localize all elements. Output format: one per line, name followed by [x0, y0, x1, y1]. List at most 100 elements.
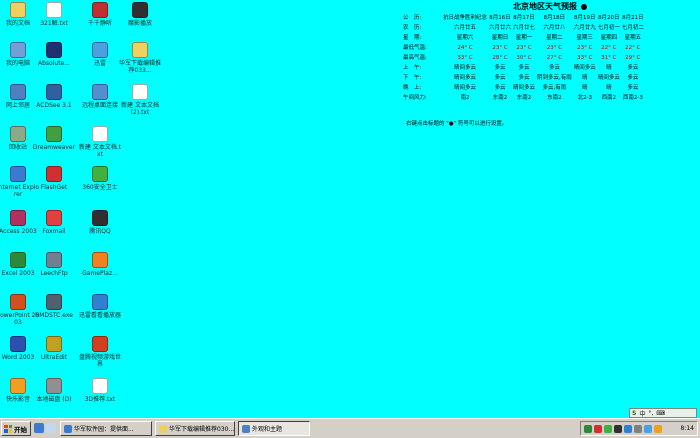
- desktop-icon[interactable]: FlashGet: [32, 164, 76, 202]
- desktop-app-icon: [10, 42, 26, 58]
- taskbar-button-label: 外观和主题: [252, 426, 283, 433]
- desktop-icon[interactable]: 321解.txt: [32, 0, 76, 38]
- desktop-icon[interactable]: 远程桌面连接: [78, 82, 122, 120]
- weather-cell: 六月廿六: [489, 24, 512, 31]
- quicklaunch-show-desktop-icon[interactable]: [46, 423, 56, 433]
- desktop-icon[interactable]: 华军下载编辑推荐033...: [118, 40, 162, 78]
- tray-app-icon[interactable]: [644, 425, 652, 433]
- system-tray: 8:14: [580, 421, 698, 436]
- desktop-icon[interactable]: Foxmail: [32, 208, 76, 246]
- weather-cell: 晴间多云: [454, 64, 477, 71]
- weather-cell: 29° C: [625, 54, 641, 61]
- weather-header-cell: 8月17日: [513, 14, 535, 21]
- desktop-icon[interactable]: 迅雷: [78, 40, 122, 78]
- desktop-icon[interactable]: 千千静听: [78, 0, 122, 38]
- tray-xunlei-icon[interactable]: [624, 425, 632, 433]
- weather-header-cell: 8月19日: [574, 14, 596, 21]
- weather-row-label: 最低气温:: [403, 44, 427, 51]
- desktop-icon-label: 迅雷看看播放器: [78, 312, 121, 319]
- tray-360-icon[interactable]: [604, 425, 612, 433]
- desktop-icon[interactable]: 新建 文本文档.txt: [78, 124, 122, 162]
- desktop-app-icon: [132, 42, 148, 58]
- desktop-icon-label: 新建 文本文档.txt: [78, 144, 122, 158]
- ime-keyboard-icon[interactable]: ⌨: [656, 410, 665, 417]
- weather-cell: 27° C: [546, 54, 563, 61]
- desktop-icon[interactable]: 魔影播放: [118, 0, 162, 38]
- desktop-icon[interactable]: LeechFtp: [32, 250, 76, 288]
- desktop-app-icon: [10, 378, 26, 394]
- desktop-icon[interactable]: 腾讯QQ: [78, 208, 122, 246]
- tray-player-icon[interactable]: [654, 425, 662, 433]
- sogou-icon[interactable]: S: [632, 410, 636, 417]
- weather-cell: 七月初二: [621, 24, 644, 31]
- desktop-icon-label: 远程桌面连接: [81, 102, 118, 109]
- desktop-icon-label: 3D推荐.txt: [84, 396, 116, 403]
- weather-cell: 东南2: [547, 94, 562, 101]
- desktop-icon[interactable]: Absolute...: [32, 40, 76, 78]
- tray-volume-icon[interactable]: [634, 425, 642, 433]
- desktop-icon[interactable]: GamePlaz...: [78, 250, 122, 288]
- weather-cell: 23° C: [492, 44, 508, 51]
- weather-cell: 南2: [460, 94, 470, 101]
- desktop-app-icon: [46, 166, 62, 182]
- taskbar-button[interactable]: 华军软件园：提供面...: [60, 421, 152, 436]
- quicklaunch-ie-icon[interactable]: [34, 423, 44, 433]
- weather-cell: 多云: [518, 64, 530, 71]
- start-button[interactable]: 开始: [1, 421, 31, 436]
- desktop-app-icon: [10, 294, 26, 310]
- tray-qq-icon[interactable]: [614, 425, 622, 433]
- ime-mode-label[interactable]: 中: [639, 409, 645, 418]
- desktop-icon[interactable]: 3D推荐.txt: [78, 376, 122, 414]
- tray-flashget-icon[interactable]: [594, 425, 602, 433]
- weather-cell: 28° C: [492, 54, 508, 61]
- weather-cell: 星期五: [624, 34, 642, 41]
- desktop-icon-label: 新建 文本文档 (2).txt: [121, 102, 159, 116]
- desktop-icon[interactable]: ACDSee 3.1: [32, 82, 76, 120]
- weather-cell: 晴间多云: [573, 64, 596, 71]
- taskbar-button[interactable]: 华军下载编辑推荐030...: [155, 421, 235, 436]
- desktop-app-icon: [92, 294, 108, 310]
- weather-cell: 西南2: [601, 94, 617, 101]
- desktop-icon[interactable]: RMDSTC.exe: [32, 292, 76, 330]
- weather-settings-dot-icon[interactable]: [581, 4, 587, 10]
- taskbar-button[interactable]: 外观和主题: [238, 421, 310, 436]
- weather-header-cell: 8月21日: [622, 14, 644, 21]
- weather-cell: 晴间多云: [513, 84, 536, 91]
- desktop-icon-label: LeechFtp: [40, 270, 68, 277]
- desktop-app-icon: [10, 126, 26, 142]
- desktop-app-icon: [10, 2, 26, 18]
- weather-cell: 晴: [606, 64, 612, 71]
- desktop-icon[interactable]: 360安全卫士: [78, 164, 122, 202]
- weather-cell: 六月廿八: [543, 24, 566, 31]
- weather-cell: 星期四: [600, 34, 618, 41]
- desktop-icon-label: Dreamweaver: [32, 144, 76, 151]
- tray-network-icon[interactable]: [584, 425, 592, 433]
- desktop-app-icon: [46, 210, 62, 226]
- taskbar-app-icon: [64, 424, 72, 433]
- weather-cell: 六月廿九: [573, 24, 596, 31]
- weather-cell: 多云: [627, 84, 639, 91]
- weather-cell: 西南2-3: [622, 94, 643, 101]
- clock[interactable]: 8:14: [681, 425, 694, 432]
- weather-cell: 多云: [494, 64, 506, 71]
- desktop-icon[interactable]: Dreamweaver: [32, 124, 76, 162]
- ime-punctuation-icon[interactable]: °,: [648, 410, 653, 417]
- weather-row-label: 下 午:: [403, 74, 422, 81]
- desktop-app-icon: [10, 210, 26, 226]
- weather-cell: 多云: [518, 74, 530, 81]
- start-label: 开始: [14, 425, 27, 434]
- desktop-icon[interactable]: 迅雷看看播放器: [78, 292, 122, 330]
- ime-toolbar[interactable]: S 中 °, ⌨: [629, 408, 697, 418]
- desktop-icon[interactable]: 盘腾视频游戏世界: [78, 334, 122, 372]
- desktop-icon[interactable]: 本地磁盘 (D): [32, 376, 76, 414]
- desktop-app-icon: [46, 84, 62, 100]
- desktop-app-icon: [10, 166, 26, 182]
- weather-cell: 多云: [627, 74, 639, 81]
- desktop-app-icon: [132, 2, 148, 18]
- weather-cell: 六月廿七: [513, 24, 536, 31]
- desktop-icon[interactable]: UltraEdit: [32, 334, 76, 372]
- desktop-icon[interactable]: 新建 文本文档 (2).txt: [118, 82, 162, 120]
- weather-title[interactable]: 北京地区天气预报: [400, 1, 700, 12]
- weather-cell: 33° C: [457, 54, 473, 61]
- desktop-icon-label: Foxmail: [42, 228, 66, 235]
